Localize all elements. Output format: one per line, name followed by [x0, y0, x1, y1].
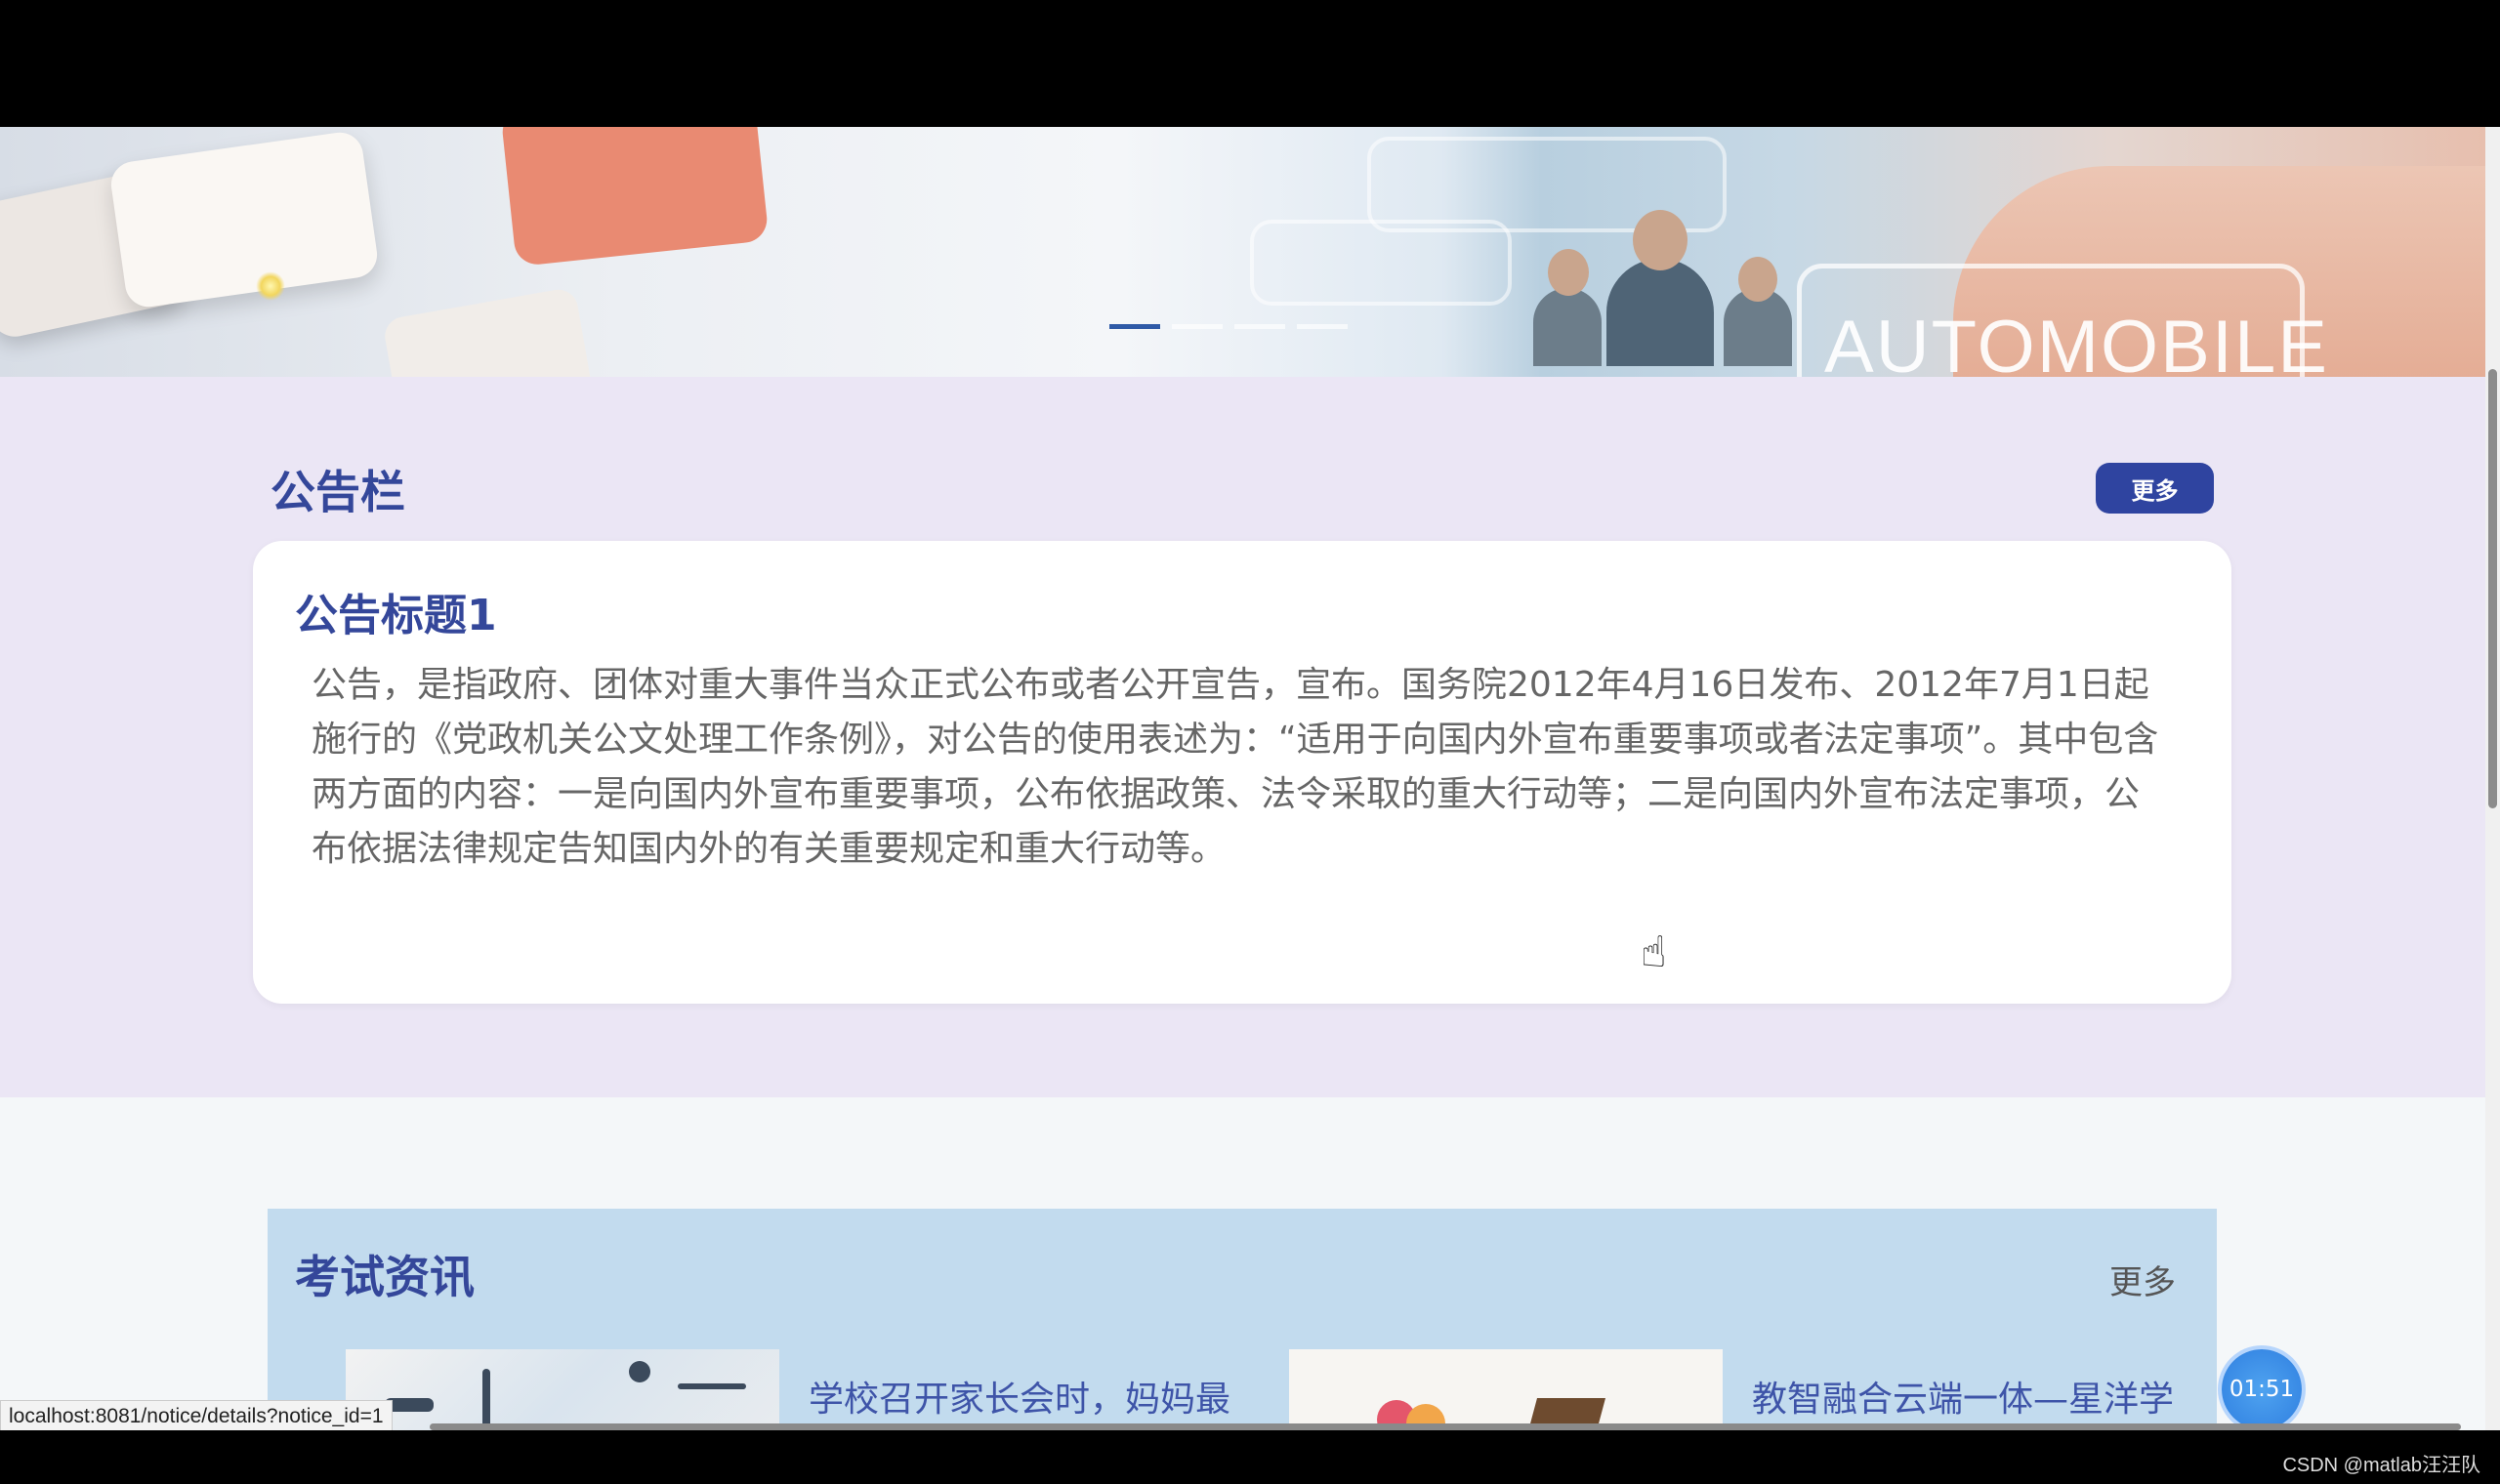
notice-card-body: 公告，是指政府、团体对重大事件当众正式公布或者公开宣告，宣布。国务院2012年4… — [312, 665, 2159, 869]
banner-key-tile — [107, 129, 381, 310]
watermark: CSDN @matlab汪汪队 — [2282, 1455, 2480, 1476]
news-item[interactable]: 教智融合云端一体—星洋学 — [1289, 1349, 2174, 1430]
news-thumbnail[interactable] — [1289, 1349, 1723, 1430]
news-item-title[interactable]: 学校召开家长会时，妈妈最 — [809, 1371, 1230, 1430]
bottom-black-bar — [0, 1430, 2500, 1484]
scrollbar-thumb[interactable] — [2488, 369, 2497, 808]
browser-viewport: AUTOMOBILE 公告栏 更多 公告标题1 公告，是指政府、团体对重大事件当… — [0, 127, 2500, 1430]
banner-people-illustration — [1523, 171, 1816, 366]
status-bar-url: localhost:8081/notice/details?notice_id=… — [0, 1400, 393, 1433]
exam-news-title: 考试资讯 — [295, 1251, 475, 1303]
banner-light — [256, 271, 285, 301]
carousel-indicators — [1109, 324, 1348, 329]
banner-automobile-text: AUTOMOBILE — [1824, 306, 2329, 377]
notice-section: 公告栏 更多 公告标题1 公告，是指政府、团体对重大事件当众正式公布或者公开宣告… — [0, 377, 2485, 1097]
carousel-dot[interactable] — [1109, 324, 1160, 329]
vertical-scrollbar[interactable] — [2485, 127, 2500, 1430]
notice-section-title: 公告栏 — [271, 466, 405, 518]
recording-timer-badge: 01:51 — [2222, 1349, 2302, 1429]
banner-glass-shape — [1250, 220, 1512, 306]
carousel-dot[interactable] — [1234, 324, 1285, 329]
mouse-pointer-hand-icon: ☝ — [1641, 928, 1667, 977]
news-item-title[interactable]: 教智融合云端一体—星洋学 — [1752, 1371, 2174, 1430]
banner-key-tile — [382, 286, 595, 377]
hero-banner[interactable]: AUTOMOBILE — [0, 127, 2485, 377]
exam-news-section: 考试资讯 更多 学校召开家长会时，妈妈最 教智融合云端一体—星洋学 — [268, 1209, 2217, 1430]
notice-card[interactable]: 公告标题1 公告，是指政府、团体对重大事件当众正式公布或者公开宣告，宣布。国务院… — [253, 541, 2231, 1004]
notice-card-title[interactable]: 公告标题1 — [295, 580, 497, 642]
top-black-bar — [0, 0, 2500, 127]
carousel-dot[interactable] — [1297, 324, 1348, 329]
banner-key-tile — [500, 127, 770, 268]
news-thumbnail[interactable] — [346, 1349, 779, 1430]
exam-news-more-link[interactable]: 更多 — [2109, 1256, 2176, 1303]
news-item[interactable]: 学校召开家长会时，妈妈最 — [346, 1349, 1230, 1430]
carousel-dot[interactable] — [1172, 324, 1223, 329]
notice-more-button[interactable]: 更多 — [2096, 463, 2214, 514]
horizontal-scrollbar[interactable] — [430, 1423, 2461, 1430]
